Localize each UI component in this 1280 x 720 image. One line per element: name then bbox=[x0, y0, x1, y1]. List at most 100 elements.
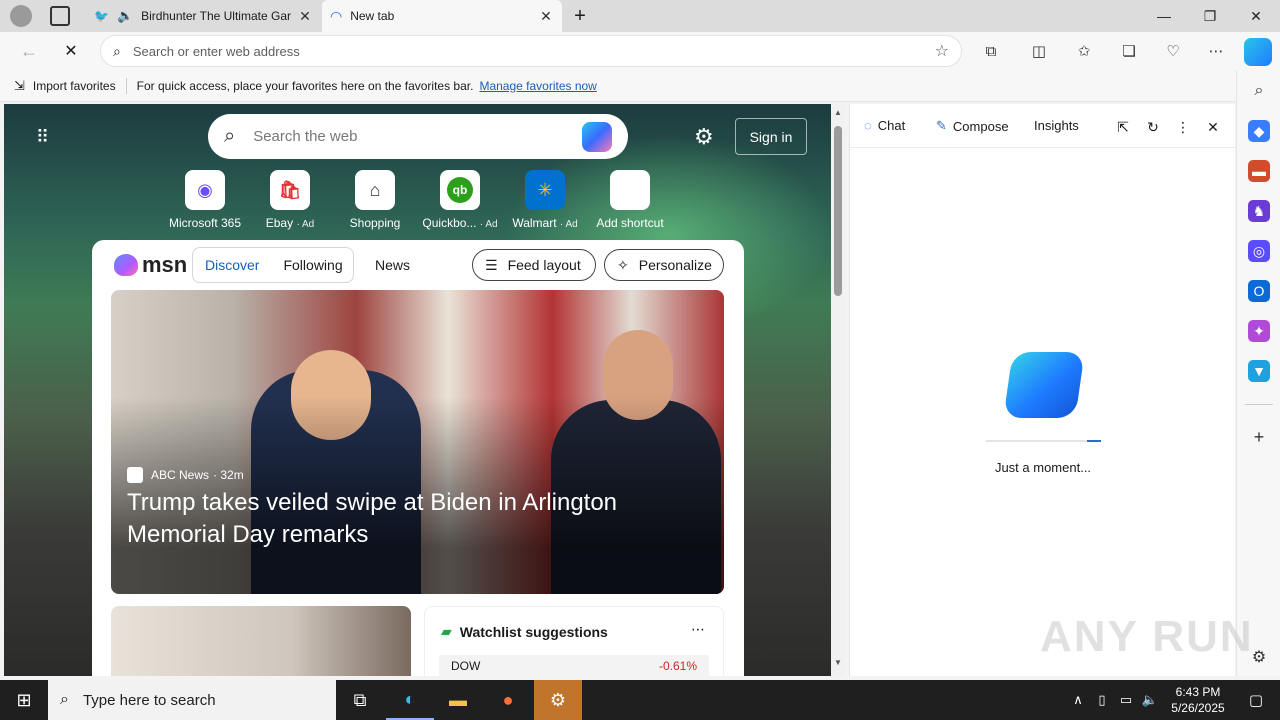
copilot-icon[interactable] bbox=[1244, 38, 1272, 66]
volume-icon[interactable]: 🔈 bbox=[1136, 680, 1164, 720]
browser-essentials-icon[interactable]: ♡ bbox=[1160, 38, 1186, 64]
chat-icon: ◌ bbox=[864, 118, 872, 133]
watchlist-card[interactable]: ▰ Watchlist suggestions ⋯ DOW -0.61% bbox=[424, 606, 724, 676]
web-search-box[interactable]: ⌕ Search the web bbox=[208, 114, 628, 159]
tab-strip: 🐦 🔈 Birdhunter The Ultimate Gar ✕ ◠ New … bbox=[0, 0, 1280, 32]
add-to-sidebar-icon[interactable]: + bbox=[1248, 426, 1270, 448]
new-tab-button[interactable]: + bbox=[568, 4, 592, 28]
hero-headline[interactable]: Trump takes veiled swipe at Biden in Arl… bbox=[127, 487, 687, 551]
shortcut-walmart[interactable]: ✳ Walmart · Ad bbox=[499, 170, 591, 230]
scroll-up-icon[interactable]: ▲ bbox=[834, 108, 842, 117]
close-tab-icon[interactable]: ✕ bbox=[538, 8, 554, 25]
tab-new-tab[interactable]: ◠ New tab ✕ bbox=[322, 0, 562, 32]
settings-taskbar-icon[interactable]: ⚙ bbox=[534, 680, 582, 720]
tab-following[interactable]: Following bbox=[271, 257, 354, 273]
favorites-icon[interactable]: ✩ bbox=[1071, 38, 1097, 64]
hero-news-card[interactable]: ABC News · 32m Trump takes veiled swipe … bbox=[111, 290, 724, 594]
task-view-icon[interactable]: ⧉ bbox=[336, 680, 384, 720]
stop-loading-button[interactable]: ✕ bbox=[58, 38, 84, 64]
designer-icon[interactable]: ✦ bbox=[1248, 320, 1270, 342]
shortcut-shopping[interactable]: ⌂ Shopping bbox=[329, 170, 421, 230]
feed-layout-label: Feed layout bbox=[507, 257, 581, 273]
copilot-panel-tabs: ◌ Chat ✎ Compose Insights ⇱ ↻ ⋮ ✕ bbox=[850, 104, 1236, 148]
feed-layout-button[interactable]: ☰ Feed layout bbox=[472, 249, 596, 281]
split-screen-icon[interactable]: ◫ bbox=[1026, 38, 1052, 64]
shortcut-label: Add shortcut bbox=[596, 216, 664, 230]
settings-gear-icon[interactable]: ⚙ bbox=[694, 124, 714, 150]
close-panel-icon[interactable]: ✕ bbox=[1202, 116, 1224, 138]
edge-taskbar-icon[interactable]: ◐ bbox=[386, 680, 434, 720]
search-icon: ⌕ bbox=[224, 125, 236, 147]
tab-compose[interactable]: ✎ Compose bbox=[936, 118, 1009, 134]
minimize-button[interactable]: — bbox=[1141, 0, 1187, 32]
shortcut-add[interactable]: + Add shortcut bbox=[584, 170, 676, 230]
search-icon: ⌕ bbox=[113, 42, 121, 59]
restore-button[interactable]: ❐ bbox=[1187, 0, 1233, 32]
quickbooks-icon: qb bbox=[440, 170, 480, 210]
clock-time: 6:43 PM bbox=[1175, 685, 1221, 699]
sign-in-button[interactable]: Sign in bbox=[735, 118, 807, 155]
more-options-icon[interactable]: ⋮ bbox=[1172, 116, 1194, 138]
tab-actions-icon[interactable] bbox=[50, 6, 70, 26]
loading-spinner-icon: ◠ bbox=[330, 7, 343, 24]
tab-label: Insights bbox=[1034, 118, 1079, 133]
scrollbar-thumb[interactable] bbox=[834, 126, 842, 296]
watchlist-row[interactable]: DOW -0.61% bbox=[439, 655, 709, 676]
back-button[interactable]: ← bbox=[16, 38, 42, 64]
tools-icon[interactable]: ▬ bbox=[1248, 160, 1270, 182]
sidebar-divider bbox=[1245, 404, 1273, 405]
more-menu-icon[interactable]: ⋯ bbox=[1203, 38, 1229, 64]
microsoft-365-icon[interactable]: ◎ bbox=[1248, 240, 1270, 262]
refresh-icon[interactable]: ↻ bbox=[1142, 116, 1164, 138]
copilot-side-panel: ◌ Chat ✎ Compose Insights ⇱ ↻ ⋮ ✕ Just a… bbox=[849, 104, 1236, 676]
games-icon[interactable]: ♞ bbox=[1248, 200, 1270, 222]
scroll-down-icon[interactable]: ▼ bbox=[834, 658, 842, 667]
hero-source: ABC News · 32m bbox=[127, 467, 244, 483]
shortcut-quickbooks[interactable]: qb Quickbo... · Ad bbox=[414, 170, 506, 230]
tab-discover[interactable]: Discover bbox=[193, 257, 271, 273]
address-bar[interactable]: ⌕ Search or enter web address ☆ bbox=[100, 35, 962, 67]
tab-insights[interactable]: Insights bbox=[1034, 118, 1079, 133]
microsoft-365-icon: ◉ bbox=[185, 170, 225, 210]
shortcut-label: Shopping bbox=[349, 216, 401, 230]
windows-start-icon[interactable]: ⊞ bbox=[0, 680, 48, 720]
copilot-logo-icon bbox=[1003, 352, 1085, 418]
profile-icon[interactable] bbox=[10, 5, 32, 27]
open-in-new-tab-icon[interactable]: ⇱ bbox=[1112, 116, 1134, 138]
personalize-button[interactable]: ✧ Personalize bbox=[604, 249, 724, 281]
shopping-icon[interactable]: ◆ bbox=[1248, 120, 1270, 142]
msn-logo[interactable]: msn bbox=[114, 252, 187, 278]
shortcut-ebay[interactable]: 🛍 Ebay · Ad bbox=[244, 170, 336, 230]
manage-favorites-link[interactable]: Manage favorites now bbox=[479, 79, 596, 93]
close-tab-icon[interactable]: ✕ bbox=[297, 8, 313, 25]
collections-icon[interactable]: ❏ bbox=[1116, 38, 1142, 64]
favorite-star-icon[interactable]: ☆ bbox=[935, 41, 949, 61]
shortcut-microsoft-365[interactable]: ◉ Microsoft 365 bbox=[159, 170, 251, 230]
news-card-image[interactable] bbox=[111, 606, 411, 676]
outlook-icon[interactable]: O bbox=[1248, 280, 1270, 302]
file-explorer-icon[interactable]: ▬ bbox=[434, 680, 482, 720]
news-link[interactable]: News bbox=[375, 257, 410, 273]
notifications-icon[interactable]: ▢ bbox=[1232, 680, 1280, 720]
tab-birdhunter[interactable]: 🐦 🔈 Birdhunter The Ultimate Gar ✕ bbox=[86, 0, 321, 32]
firefox-icon[interactable]: ● bbox=[484, 680, 532, 720]
favorites-hint: For quick access, place your favorites h… bbox=[136, 78, 474, 93]
import-favorites-button[interactable]: Import favorites bbox=[33, 79, 116, 93]
tab-chat[interactable]: ◌ Chat bbox=[864, 118, 905, 133]
taskbar-search[interactable]: ⌕ Type here to search bbox=[48, 680, 336, 720]
ad-tag: · Ad bbox=[296, 219, 315, 230]
copilot-search-icon[interactable] bbox=[582, 121, 612, 152]
close-window-button[interactable]: ✕ bbox=[1233, 0, 1279, 32]
page-scrollbar[interactable]: ▲ ▼ bbox=[831, 104, 845, 676]
drop-icon[interactable]: ▼ bbox=[1248, 360, 1270, 382]
site-favicon-icon: 🐦 bbox=[94, 9, 109, 23]
extensions-icon[interactable]: ⧉ bbox=[978, 38, 1004, 64]
new-tab-page: ⠿ ⌕ Search the web ⚙ Sign in ◉ Microsoft… bbox=[4, 104, 831, 676]
search-icon[interactable]: ⌕ bbox=[1248, 80, 1270, 102]
audio-icon[interactable]: 🔈 bbox=[117, 8, 133, 24]
taskbar-clock[interactable]: 6:43 PM 5/26/2025 bbox=[1162, 684, 1234, 716]
windows-taskbar: ⊞ ⌕ Type here to search ⧉ ◐ ▬ ● ⚙ ∧ ▯ ▭ … bbox=[0, 680, 1280, 720]
article-age: · 32m bbox=[213, 468, 244, 482]
more-options-icon[interactable]: ⋯ bbox=[691, 621, 705, 638]
app-launcher-icon[interactable]: ⠿ bbox=[36, 126, 58, 148]
